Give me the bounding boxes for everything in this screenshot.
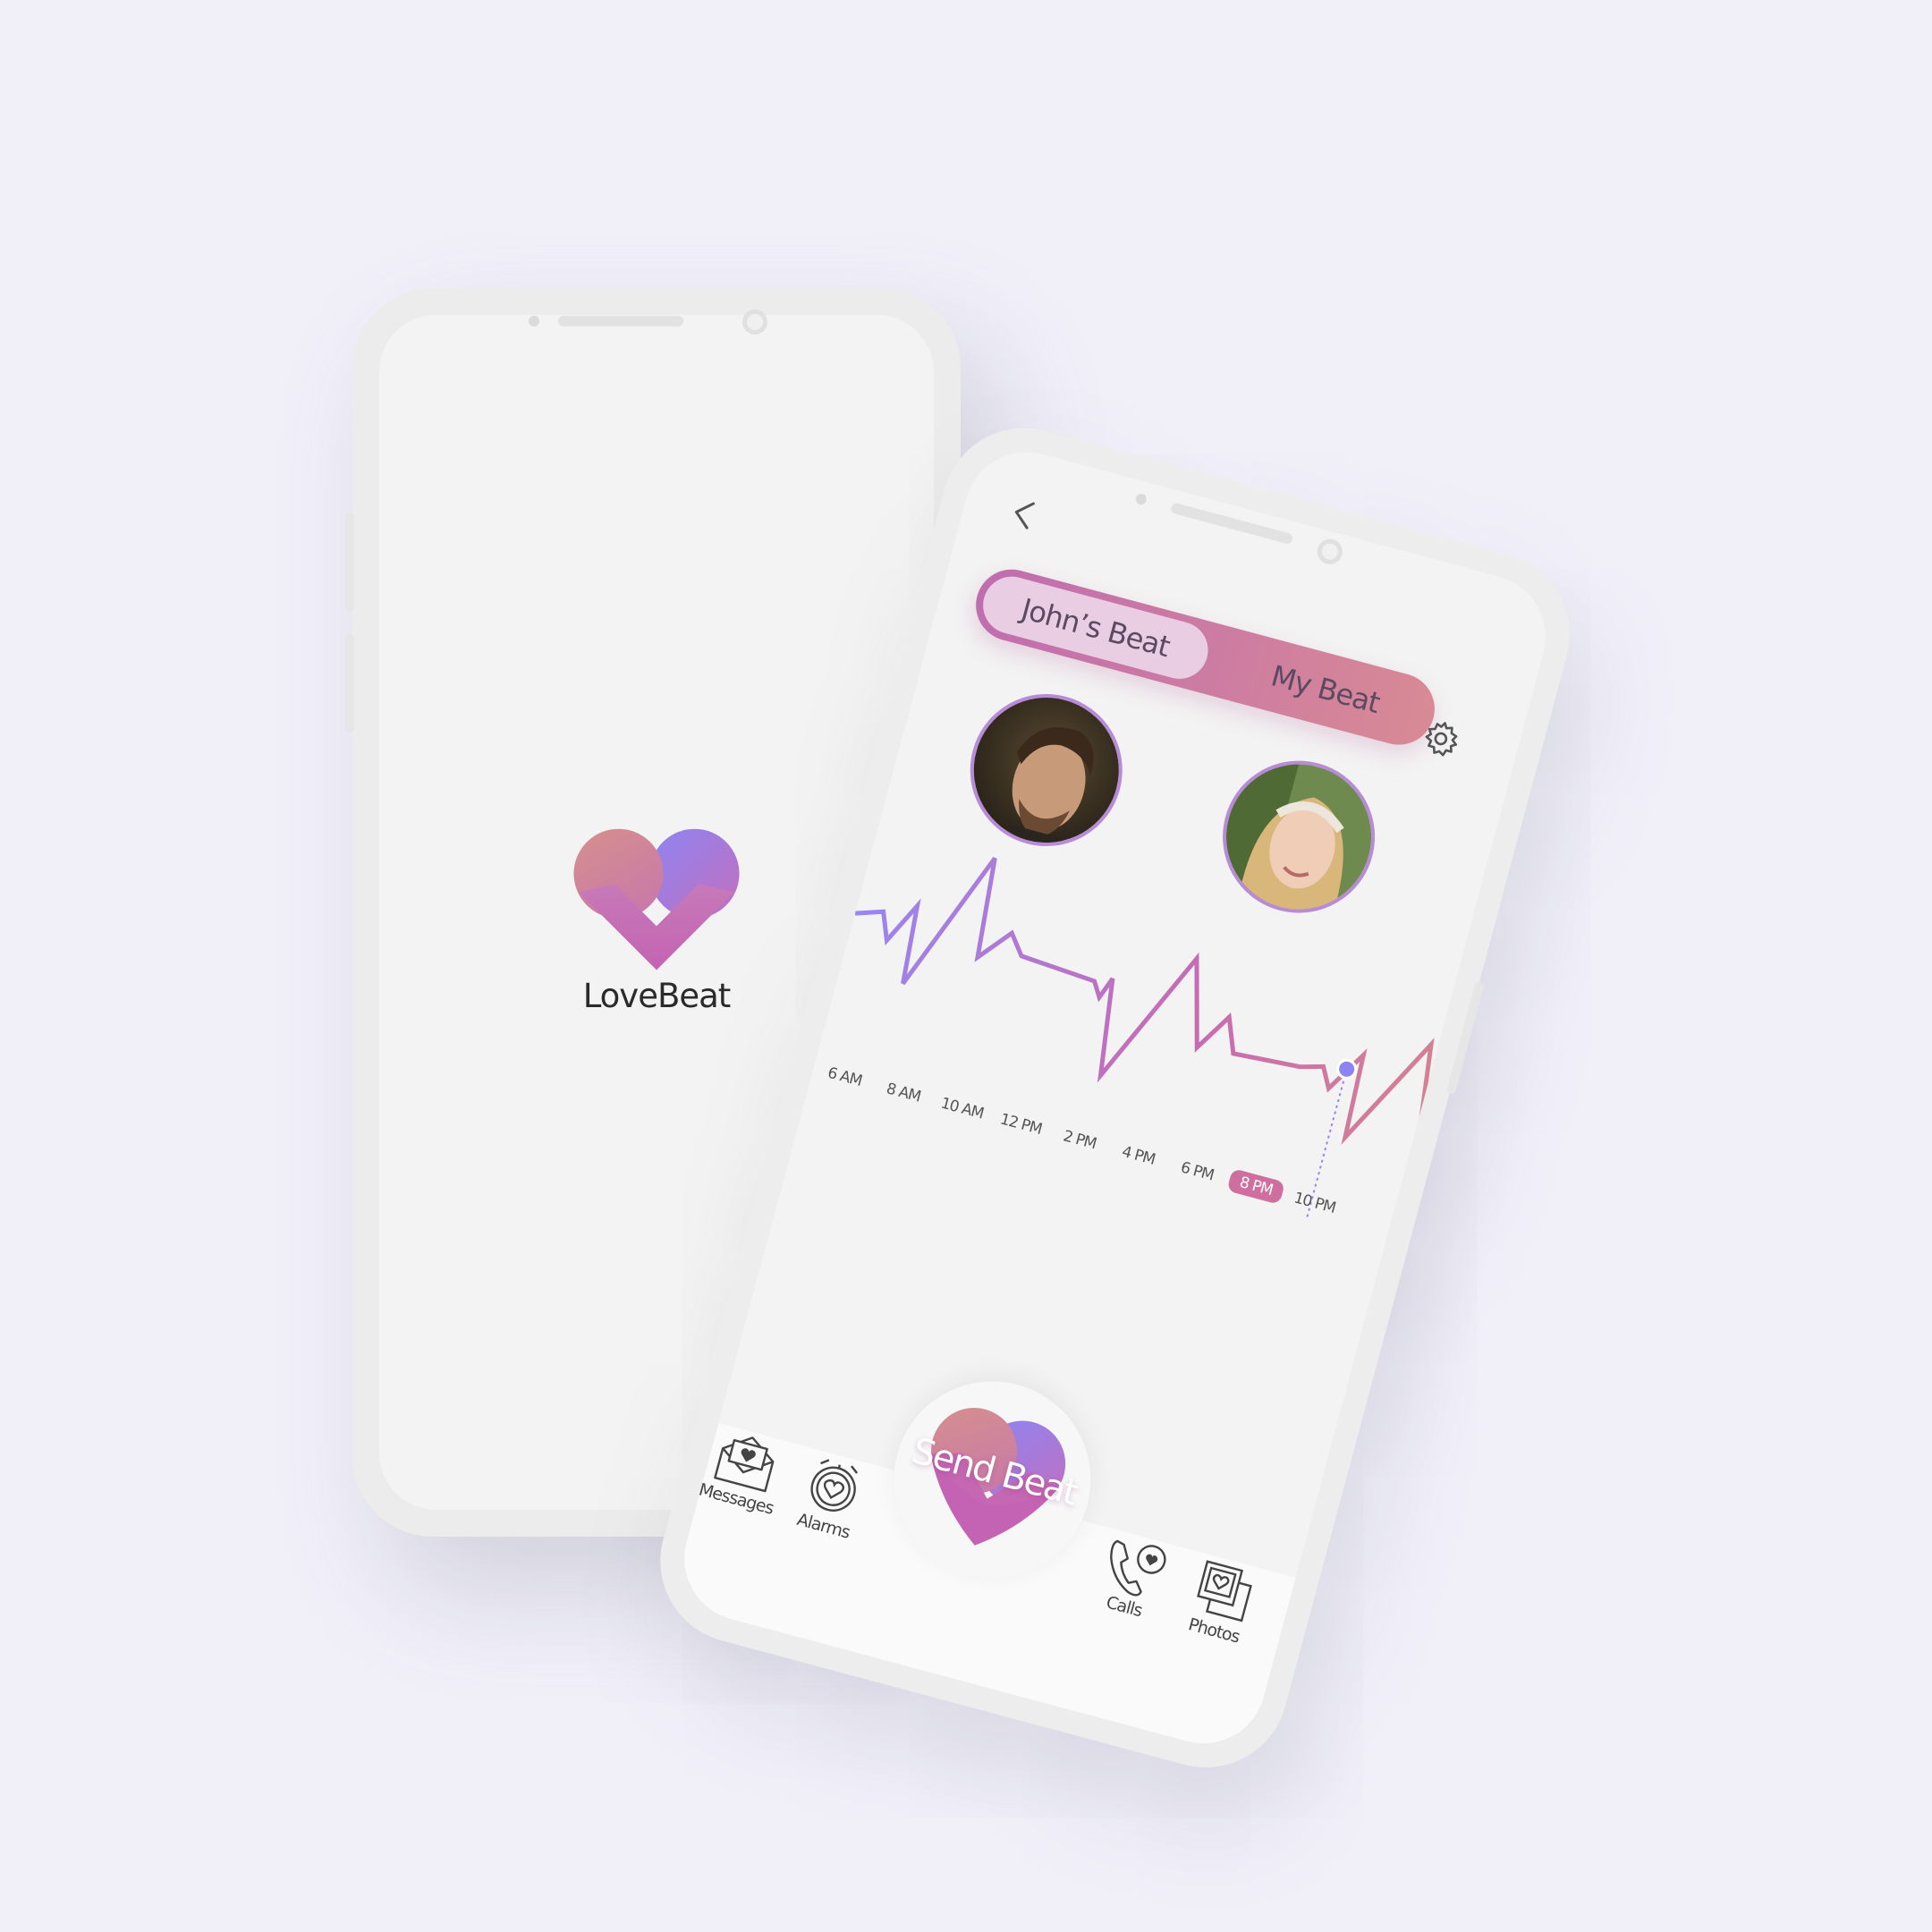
earpiece [558,316,683,326]
tab-johns-beat[interactable]: John’s Beat [976,570,1215,686]
front-camera [1314,536,1345,567]
volume-button [345,635,354,732]
heart-logo-icon [573,828,740,970]
nav-photos[interactable]: Photos [1164,1550,1280,1653]
volume-button [345,513,354,610]
chevron-left-icon[interactable] [1003,493,1046,537]
nav-alarms[interactable]: Alarms [774,1445,890,1548]
earpiece [1170,502,1294,546]
front-camera [742,309,767,335]
tab-my-beat[interactable]: My Beat [1216,634,1434,743]
sensor [1134,492,1148,506]
gear-icon[interactable] [1417,715,1465,763]
sensor [529,316,539,326]
avatar-me [1205,743,1393,930]
